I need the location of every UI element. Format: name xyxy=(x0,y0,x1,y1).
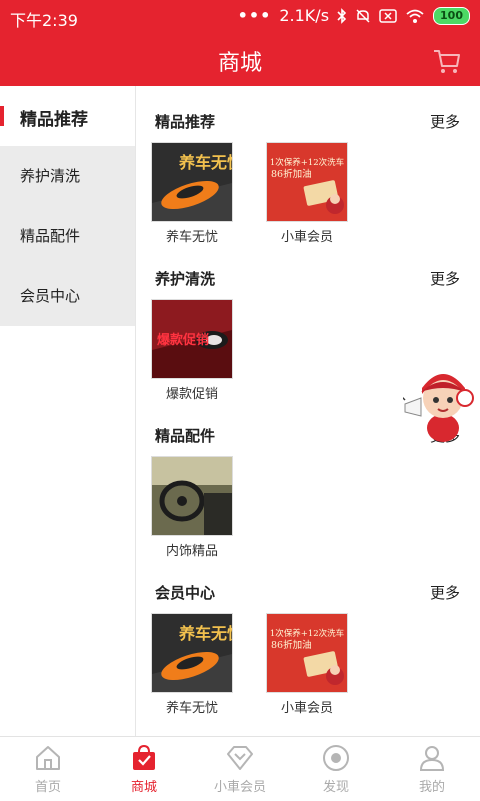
tab-label: 首页 xyxy=(34,780,61,795)
status-bar: 下午2:39 ••• 2.1K/s 100 xyxy=(0,0,480,34)
sidebar-divider xyxy=(135,86,136,736)
section-title: 会员中心 xyxy=(155,584,216,602)
product-card[interactable]: 爆款促销 爆款促销 xyxy=(142,299,242,402)
network-speed: 2.1K/s xyxy=(279,6,330,25)
mascot-megaphone-icon[interactable] xyxy=(403,366,479,444)
section-title: 精品配件 xyxy=(155,427,216,445)
sidebar-item-membership[interactable]: 会员中心 xyxy=(0,266,135,326)
car-care-banner-image: 养车无忧 xyxy=(151,142,233,222)
product-label: 养车无忧 xyxy=(165,701,218,716)
more-link[interactable]: 更多 xyxy=(430,268,460,289)
tab-label: 发现 xyxy=(322,780,349,795)
product-card[interactable]: 1次保养+12次洗车 86折加油 小車会员 xyxy=(257,142,357,245)
mute-icon xyxy=(356,8,370,23)
section-title: 养护清洗 xyxy=(155,270,216,288)
tab-profile[interactable]: 我的 xyxy=(384,743,480,795)
section-title: 精品推荐 xyxy=(155,113,216,131)
svg-text:1次保养+12次洗车: 1次保养+12次洗车 xyxy=(270,157,344,168)
sidebar-item-maintenance[interactable]: 养护清洗 xyxy=(0,146,135,206)
product-label: 养车无忧 xyxy=(165,230,218,245)
tab-membership[interactable]: 小車会员 xyxy=(192,743,288,795)
sidebar-item-accessories[interactable]: 精品配件 xyxy=(0,206,135,266)
cart-icon[interactable] xyxy=(432,46,462,76)
sidebar-item-label: 精品配件 xyxy=(20,227,81,245)
sim-icon xyxy=(379,8,397,23)
app-header: 商城 xyxy=(0,34,480,86)
status-time: 下午2:39 xyxy=(10,11,78,30)
home-icon xyxy=(36,746,60,770)
notification-dots-icon: ••• xyxy=(237,6,272,25)
tab-mall[interactable]: 商城 xyxy=(96,743,192,795)
battery-level: 100 xyxy=(433,6,470,25)
sidebar-item-label: 精品推荐 xyxy=(20,110,88,130)
tab-home[interactable]: 首页 xyxy=(0,743,96,795)
headlight-promo-banner-image: 爆款促销 xyxy=(151,299,233,379)
discover-icon xyxy=(323,745,349,771)
svg-text:86折加油: 86折加油 xyxy=(271,639,312,651)
status-indicators: ••• 2.1K/s 100 xyxy=(238,6,470,25)
sidebar-item-label: 养护清洗 xyxy=(20,167,81,185)
wifi-icon xyxy=(406,9,424,23)
bluetooth-icon xyxy=(337,7,347,24)
product-label: 爆款促销 xyxy=(165,387,218,402)
bottom-tab-bar: 首页 商城 小車会员 发现 我的 xyxy=(0,736,480,801)
product-label: 小車会员 xyxy=(280,230,333,245)
svg-text:爆款促销: 爆款促销 xyxy=(157,332,209,348)
category-sidebar: 精品推荐 养护清洗 精品配件 会员中心 xyxy=(0,86,135,326)
shopping-bag-icon xyxy=(133,744,155,770)
more-link[interactable]: 更多 xyxy=(430,582,460,603)
product-card[interactable]: 1次保养+12次洗车 86折加油 小車会员 xyxy=(257,613,357,716)
tab-label: 小車会员 xyxy=(213,780,266,795)
svg-text:86折加油: 86折加油 xyxy=(271,168,312,180)
svg-text:养车无忧: 养车无忧 xyxy=(178,153,232,172)
sidebar-item-featured[interactable]: 精品推荐 xyxy=(0,86,135,146)
product-card[interactable]: 内饰精品 xyxy=(142,456,242,559)
more-link[interactable]: 更多 xyxy=(430,111,460,132)
membership-card-banner-image: 1次保养+12次洗车 86折加油 xyxy=(266,142,348,222)
diamond-icon xyxy=(227,746,253,770)
membership-card-banner-image: 1次保养+12次洗车 86折加油 xyxy=(266,613,348,693)
page-title: 商城 xyxy=(217,51,262,76)
svg-text:1次保养+12次洗车: 1次保养+12次洗车 xyxy=(270,628,344,639)
sidebar-item-label: 会员中心 xyxy=(20,287,81,305)
car-care-banner-image: 养车无忧 xyxy=(151,613,233,693)
car-interior-image xyxy=(151,456,233,536)
product-card[interactable]: 养车无忧 养车无忧 xyxy=(142,613,242,716)
product-label: 小車会员 xyxy=(280,701,333,716)
profile-icon xyxy=(419,746,445,771)
product-label: 内饰精品 xyxy=(165,544,218,559)
tab-label: 我的 xyxy=(418,780,445,795)
tab-discover[interactable]: 发现 xyxy=(288,743,384,795)
tab-label: 商城 xyxy=(130,780,157,795)
product-card[interactable]: 养车无忧 养车无忧 xyxy=(142,142,242,245)
svg-text:养车无忧: 养车无忧 xyxy=(178,624,232,643)
